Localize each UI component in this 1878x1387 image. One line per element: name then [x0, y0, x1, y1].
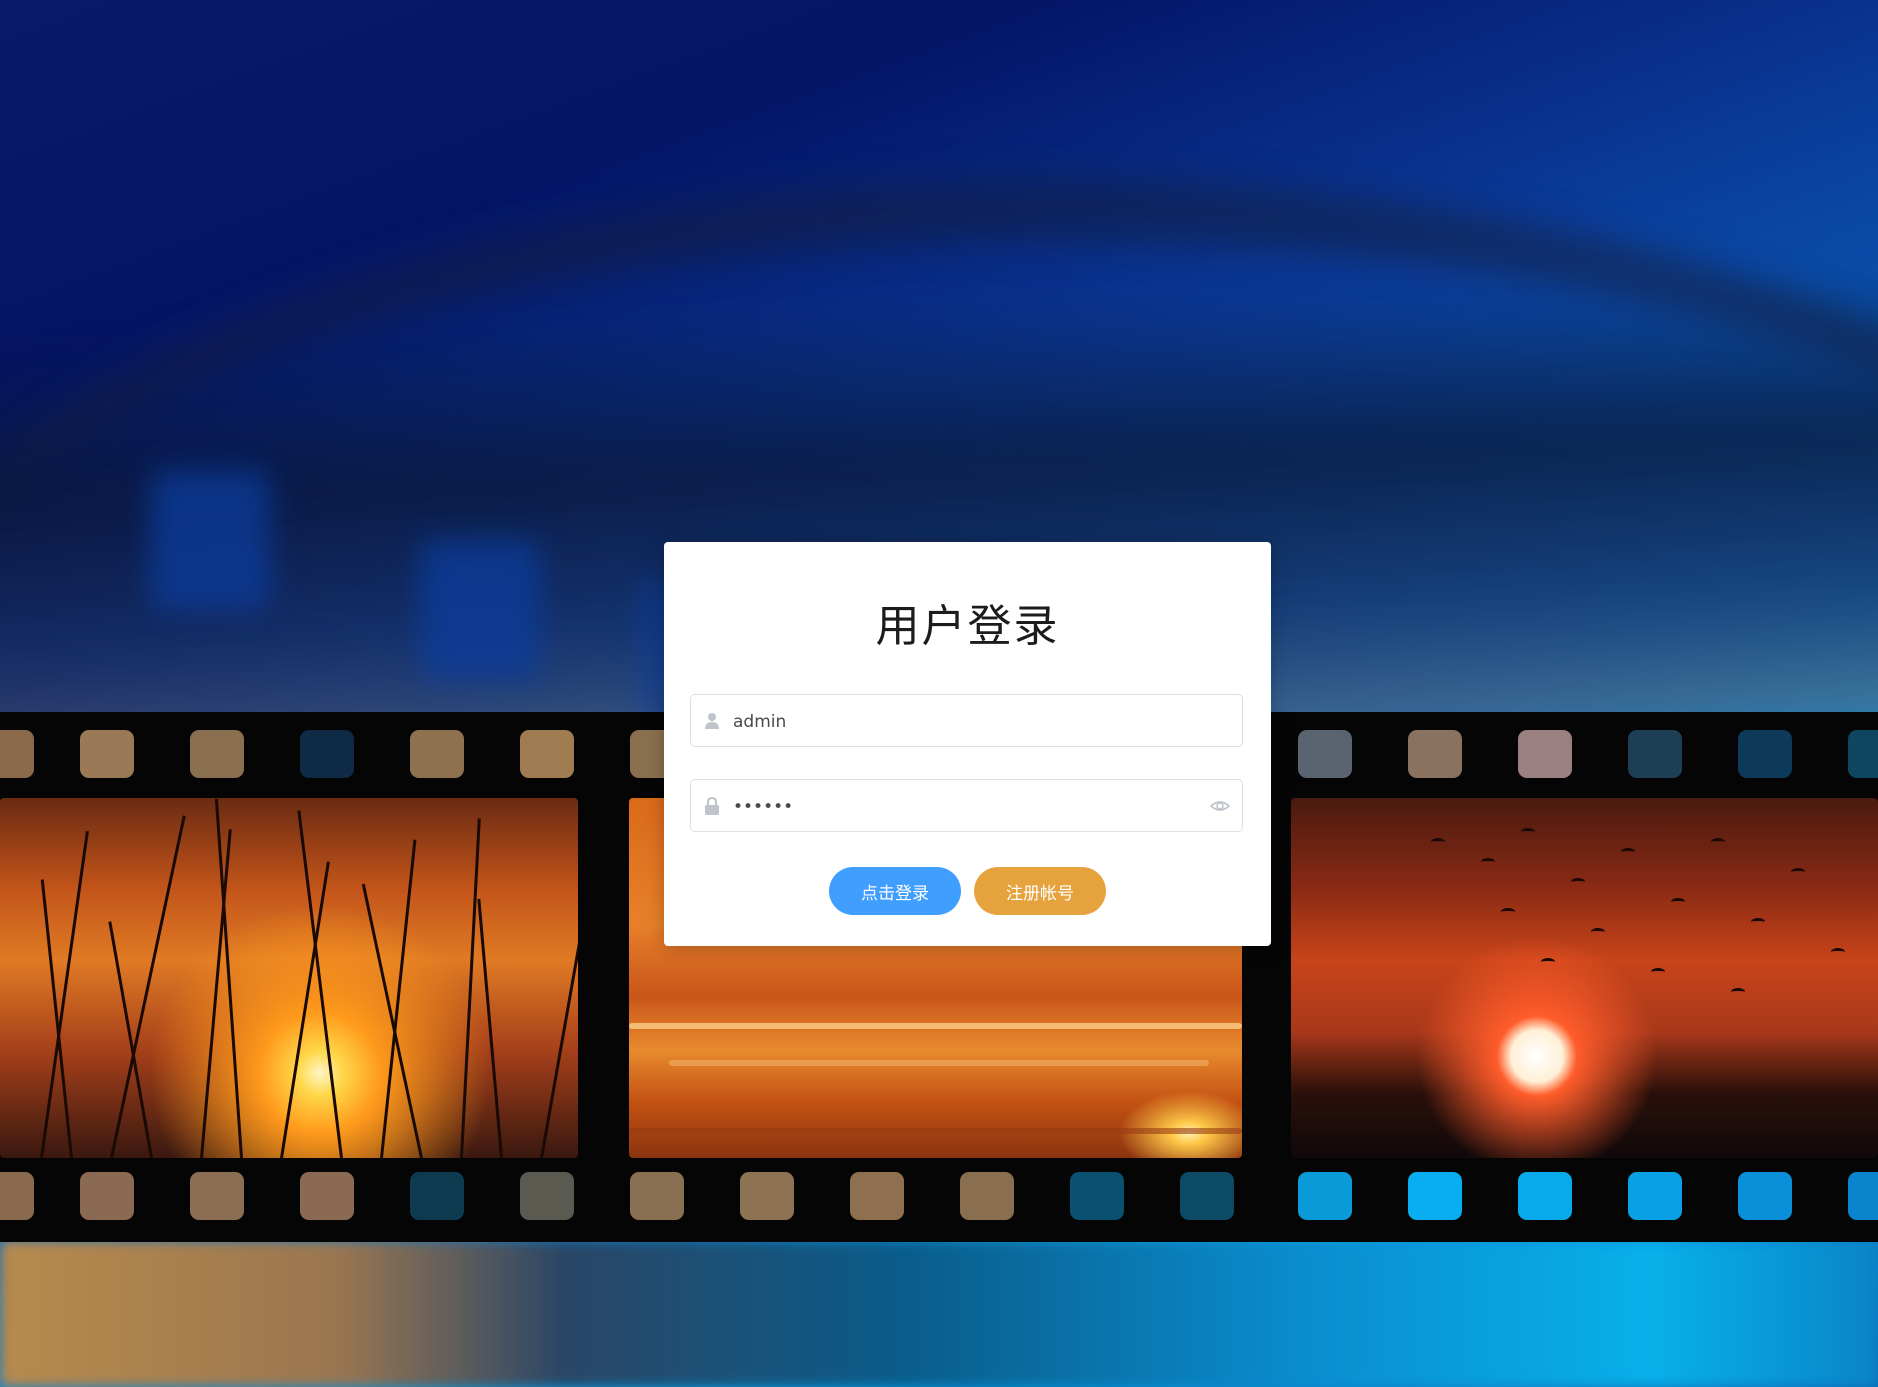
film-sprocket [850, 1172, 904, 1220]
film-sprocket [1408, 730, 1462, 778]
film-sprocket [1298, 1172, 1352, 1220]
film-sprocket [1180, 1172, 1234, 1220]
film-sprocket [80, 1172, 134, 1220]
film-sprocket [1070, 1172, 1124, 1220]
film-sprocket [1518, 1172, 1572, 1220]
login-title: 用户登录 [875, 601, 1060, 652]
background-blur-hole [150, 470, 270, 610]
login-page: 用户登录 admin •••••• 点击登录 注册帐号 [0, 0, 1878, 1387]
password-input[interactable] [731, 780, 1195, 833]
film-sprocket [1848, 1172, 1878, 1220]
eye-icon[interactable] [1209, 797, 1231, 815]
background-bottom-glow [0, 1240, 1878, 1387]
password-field[interactable] [690, 779, 1243, 833]
film-sprocket [190, 730, 244, 778]
film-sprocket [520, 730, 574, 778]
film-sprocket [520, 1172, 574, 1220]
lock-icon [703, 796, 721, 816]
register-button[interactable]: 注册帐号 [974, 867, 1106, 915]
film-frame-grass-sunset [0, 798, 578, 1158]
film-sprocket [1738, 730, 1792, 778]
film-sprocket [1628, 730, 1682, 778]
film-sprocket [740, 1172, 794, 1220]
film-sprocket [1628, 1172, 1682, 1220]
film-sprocket [1518, 730, 1572, 778]
username-field[interactable] [690, 694, 1243, 748]
film-sprocket [410, 730, 464, 778]
user-icon [703, 711, 721, 731]
login-card: 用户登录 admin •••••• 点击登录 注册帐号 [664, 542, 1271, 946]
film-sprocket [1408, 1172, 1462, 1220]
film-sprocket [300, 1172, 354, 1220]
film-sprocket [1848, 730, 1878, 778]
film-sprocket [0, 730, 34, 778]
film-sprocket [410, 1172, 464, 1220]
background-blur-hole [420, 540, 540, 680]
film-sprocket [190, 1172, 244, 1220]
film-sprocket [0, 1172, 34, 1220]
username-input[interactable] [731, 695, 1195, 748]
login-button[interactable]: 点击登录 [829, 867, 961, 915]
film-sprocket [960, 1172, 1014, 1220]
film-sprocket [1298, 730, 1352, 778]
film-sprocket [80, 730, 134, 778]
film-sprocket [300, 730, 354, 778]
film-sprocket [1738, 1172, 1792, 1220]
film-frame-birds-sunset [1291, 798, 1878, 1158]
film-sprocket [630, 1172, 684, 1220]
